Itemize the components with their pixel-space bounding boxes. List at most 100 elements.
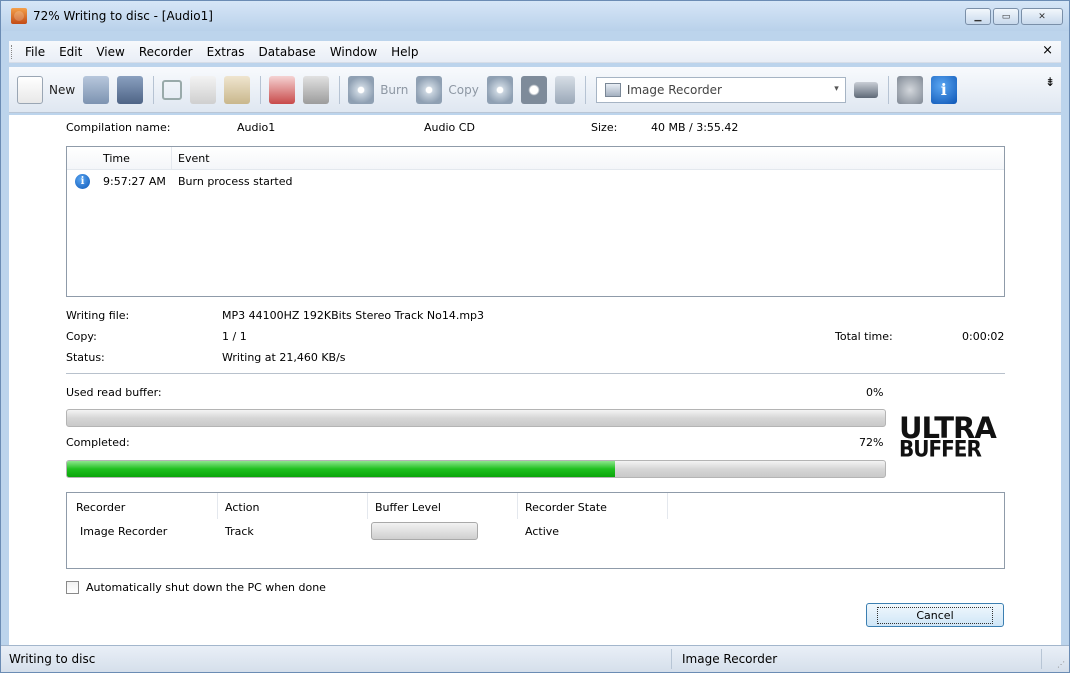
- new-document-icon: [17, 75, 43, 104]
- toolbar-overflow-icon[interactable]: ⇟: [1045, 75, 1055, 89]
- eject-button[interactable]: [520, 75, 547, 104]
- column-divider[interactable]: [517, 493, 518, 519]
- event-text: Burn process started: [178, 175, 293, 188]
- copy-label: Copy:: [66, 330, 97, 343]
- recorder-state: Active: [525, 525, 560, 538]
- disc-info-button[interactable]: [486, 75, 513, 104]
- menu-database[interactable]: Database: [252, 45, 323, 59]
- save-button[interactable]: [117, 75, 144, 104]
- col-recorder[interactable]: Recorder: [76, 501, 125, 514]
- size-label: Size:: [591, 121, 618, 134]
- col-buffer-level[interactable]: Buffer Level: [375, 501, 441, 514]
- recorder-select[interactable]: Image Recorder ▾: [595, 76, 846, 103]
- globe-icon: [896, 75, 923, 104]
- toolbar-separator: [153, 75, 155, 104]
- open-button[interactable]: [83, 75, 110, 104]
- menu-grip: [11, 44, 15, 59]
- wizard-button[interactable]: [303, 75, 330, 104]
- recorder-buffer-level-bar: [371, 522, 478, 540]
- info-icon: i: [75, 174, 90, 189]
- event-time: 9:57:27 AM: [103, 175, 166, 188]
- status-bar: Writing to disc Image Recorder ⋰: [1, 645, 1069, 672]
- info-icon: i: [930, 75, 957, 104]
- minimize-button[interactable]: ▁: [965, 8, 991, 25]
- title-bar[interactable]: 72% Writing to disc - [Audio1] ▁ ▭ ✕: [1, 1, 1069, 31]
- toolbar-separator: [584, 75, 586, 104]
- chevron-down-icon[interactable]: ▾: [834, 84, 839, 94]
- web-button[interactable]: [896, 75, 923, 104]
- cut-button[interactable]: [162, 79, 183, 100]
- menu-window[interactable]: Window: [323, 45, 384, 59]
- compilation-name-label: Compilation name:: [66, 121, 171, 134]
- recorder-table[interactable]: Recorder Action Buffer Level Recorder St…: [66, 492, 1005, 569]
- recorder-name: Image Recorder: [80, 525, 168, 538]
- open-icon: [83, 75, 110, 104]
- column-divider[interactable]: [217, 493, 218, 519]
- col-action[interactable]: Action: [225, 501, 259, 514]
- column-divider[interactable]: [367, 493, 368, 519]
- copy-disc-button[interactable]: Copy: [416, 75, 479, 104]
- eject-icon: [520, 75, 547, 104]
- auto-shutdown-checkbox[interactable]: [66, 581, 79, 594]
- completed-progress-bar: [66, 460, 886, 478]
- compilation-type: Audio CD: [424, 121, 475, 134]
- column-divider[interactable]: [171, 147, 172, 169]
- maximize-button[interactable]: ▭: [993, 8, 1019, 25]
- menu-help[interactable]: Help: [384, 45, 425, 59]
- drive-button[interactable]: [554, 75, 575, 104]
- new-label: New: [49, 82, 76, 97]
- col-time[interactable]: Time: [103, 152, 130, 165]
- auto-shutdown-label[interactable]: Automatically shut down the PC when done: [86, 581, 326, 594]
- toolbar-separator: [339, 75, 341, 104]
- used-read-buffer-percent: 0%: [866, 386, 884, 399]
- divider: [66, 373, 1005, 374]
- recorder-info-button[interactable]: [853, 81, 878, 98]
- status-text: Writing to disc: [9, 652, 96, 666]
- paste-button[interactable]: [224, 75, 251, 104]
- used-read-buffer-label: Used read buffer:: [66, 386, 162, 399]
- size-value: 40 MB / 3:55.42: [651, 121, 739, 134]
- menu-close-icon[interactable]: ×: [1042, 43, 1053, 58]
- event-row[interactable]: i 9:57:27 AM Burn process started: [67, 173, 1004, 191]
- col-recorder-state[interactable]: Recorder State: [525, 501, 607, 514]
- total-time-value: 0:00:02: [962, 330, 1005, 343]
- burn-button[interactable]: Burn: [348, 75, 409, 104]
- toolbar-separator: [260, 75, 262, 104]
- status-divider: [1041, 649, 1042, 669]
- compilation-name-value: Audio1: [237, 121, 276, 134]
- event-log[interactable]: Time Event i 9:57:27 AM Burn process sta…: [66, 146, 1005, 297]
- status-value: Writing at 21,460 KB/s: [222, 351, 346, 364]
- save-icon: [117, 75, 144, 104]
- drive-bar-icon: [853, 81, 878, 98]
- resize-grip-icon[interactable]: ⋰: [1057, 660, 1065, 669]
- column-divider[interactable]: [667, 493, 668, 519]
- total-time-label: Total time:: [835, 330, 893, 343]
- completed-label: Completed:: [66, 436, 130, 449]
- burn-label: Burn: [380, 82, 409, 97]
- drive-icon: [554, 75, 575, 104]
- copy-clip-button[interactable]: [190, 75, 217, 104]
- menu-view[interactable]: View: [89, 45, 131, 59]
- paste-icon: [224, 75, 251, 104]
- menu-extras[interactable]: Extras: [200, 45, 252, 59]
- app-logo-icon: [11, 8, 27, 24]
- menu-edit[interactable]: Edit: [52, 45, 89, 59]
- menu-file[interactable]: File: [18, 45, 52, 59]
- completed-percent: 72%: [859, 436, 884, 449]
- menu-recorder[interactable]: Recorder: [132, 45, 200, 59]
- cancel-button[interactable]: Cancel: [866, 603, 1004, 627]
- window-controls: ▁ ▭ ✕: [965, 8, 1063, 25]
- check-button[interactable]: [269, 75, 296, 104]
- new-button[interactable]: New: [17, 75, 76, 104]
- writing-file-value: MP3 44100HZ 192KBits Stereo Track No14.m…: [222, 309, 485, 322]
- wand-icon: [303, 75, 330, 104]
- recorder-action: Track: [225, 525, 254, 538]
- help-info-button[interactable]: i: [930, 75, 957, 104]
- col-event[interactable]: Event: [178, 152, 210, 165]
- cancel-label: Cancel: [877, 606, 993, 624]
- status-label: Status:: [66, 351, 105, 364]
- status-divider: [671, 649, 672, 669]
- copy-label: Copy: [448, 82, 479, 97]
- copy-value: 1 / 1: [222, 330, 247, 343]
- close-window-button[interactable]: ✕: [1021, 8, 1063, 25]
